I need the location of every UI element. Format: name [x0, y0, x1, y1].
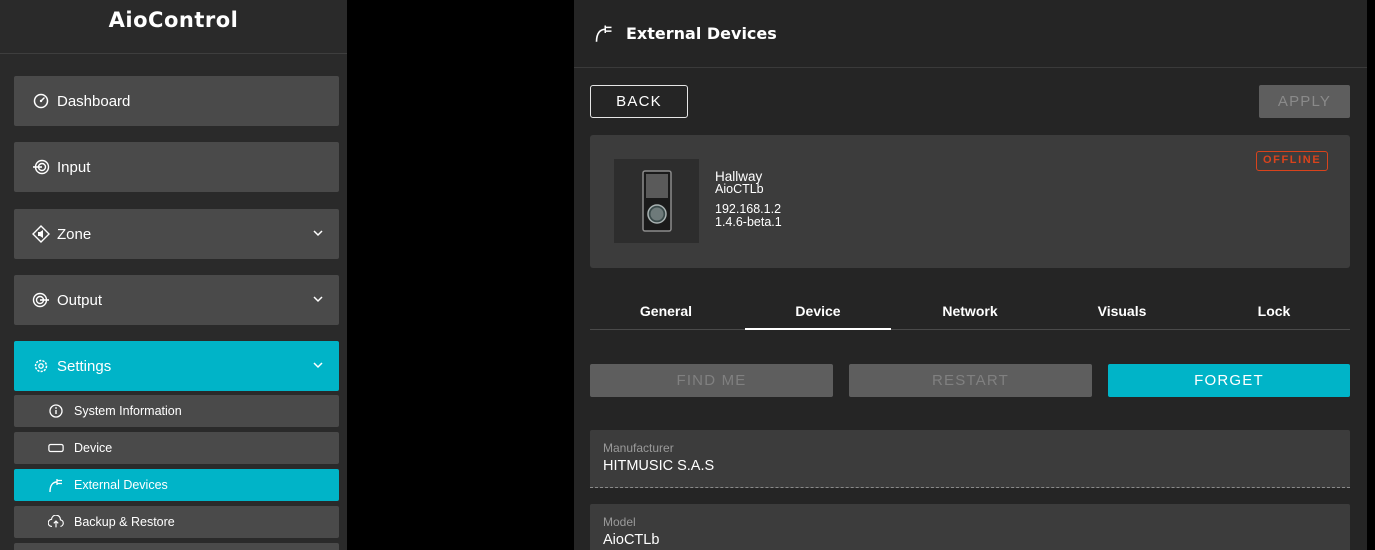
device-card: Hallway AioCTLb 192.168.1.2 1.4.6-beta.1…: [590, 135, 1350, 268]
sidebar-subitem-label: Backup & Restore: [74, 515, 175, 529]
device-info: Hallway AioCTLb 192.168.1.2 1.4.6-beta.1: [715, 170, 782, 229]
sidebar-subitem-label: External Devices: [74, 478, 168, 492]
apply-button[interactable]: APPLY: [1259, 85, 1350, 118]
settings-icon: [32, 357, 50, 375]
output-icon: [32, 291, 50, 309]
chevron-down-icon: [313, 296, 323, 303]
manufacturer-field[interactable]: Manufacturer HITMUSIC S.A.S: [590, 430, 1350, 488]
sidebar-subitem-label: System Information: [74, 404, 182, 418]
divider: [0, 53, 347, 54]
info-icon: [48, 403, 64, 419]
device-icon: [48, 440, 64, 456]
find-me-button[interactable]: FIND ME: [590, 364, 833, 397]
sidebar-subitem[interactable]: [14, 543, 339, 550]
sidebar-item-label: Output: [57, 291, 103, 309]
sidebar-item-label: Input: [57, 158, 91, 176]
sidebar-item-input[interactable]: Input: [14, 142, 339, 192]
chevron-down-icon: [313, 230, 323, 237]
sidebar-subitem-label: Device: [74, 441, 113, 455]
field-label: Model: [603, 515, 636, 529]
tab-lock[interactable]: Lock: [1198, 290, 1350, 329]
tab-device[interactable]: Device: [742, 290, 894, 330]
device-model: AioCTLb: [715, 182, 764, 196]
tab-bar: General Device Network Visuals Lock: [590, 290, 1350, 330]
sidebar-subitem-system-information[interactable]: System Information: [14, 395, 339, 427]
sidebar-subitem-external-devices[interactable]: External Devices: [14, 469, 339, 501]
sidebar-item-settings[interactable]: Settings: [14, 341, 339, 391]
external-devices-icon: [48, 477, 64, 493]
sidebar-item-dashboard[interactable]: Dashboard: [14, 76, 339, 126]
page-title: External Devices: [626, 24, 777, 43]
chevron-down-icon: [313, 362, 323, 369]
back-button[interactable]: BACK: [590, 85, 688, 118]
sidebar-item-label: Dashboard: [57, 92, 131, 110]
sidebar-item-label: Settings: [57, 357, 112, 375]
sidebar-item-output[interactable]: Output: [14, 275, 339, 325]
device-firmware: 1.4.6-beta.1: [715, 215, 782, 229]
app-logo: AioControl: [108, 8, 239, 32]
restart-button[interactable]: RESTART: [849, 364, 1092, 397]
status-badge: OFFLINE: [1256, 151, 1329, 171]
field-label: Manufacturer: [603, 441, 674, 455]
field-value: HITMUSIC S.A.S: [603, 458, 715, 474]
external-devices-icon: [594, 23, 616, 45]
field-value: AioCTLb: [603, 532, 660, 548]
tab-general[interactable]: General: [590, 290, 742, 329]
zone-icon: [32, 225, 50, 243]
page-header: External Devices: [574, 0, 1367, 68]
sidebar: AioControl Dashboard Input Zone Output S…: [0, 0, 347, 550]
sidebar-subitem-backup-restore[interactable]: Backup & Restore: [14, 506, 339, 538]
device-image: [614, 159, 699, 243]
tab-visuals[interactable]: Visuals: [1046, 290, 1198, 329]
sidebar-item-label: Zone: [57, 225, 92, 243]
tab-network[interactable]: Network: [894, 290, 1046, 329]
model-field[interactable]: Model AioCTLb: [590, 504, 1350, 550]
forget-button[interactable]: FORGET: [1108, 364, 1350, 397]
dashboard-icon: [32, 92, 50, 110]
sidebar-item-zone[interactable]: Zone: [14, 209, 339, 259]
sidebar-subitem-device[interactable]: Device: [14, 432, 339, 464]
input-icon: [32, 158, 50, 176]
main-panel: External Devices BACK APPLY Hallway AioC…: [574, 0, 1367, 550]
backup-icon: [48, 514, 64, 530]
